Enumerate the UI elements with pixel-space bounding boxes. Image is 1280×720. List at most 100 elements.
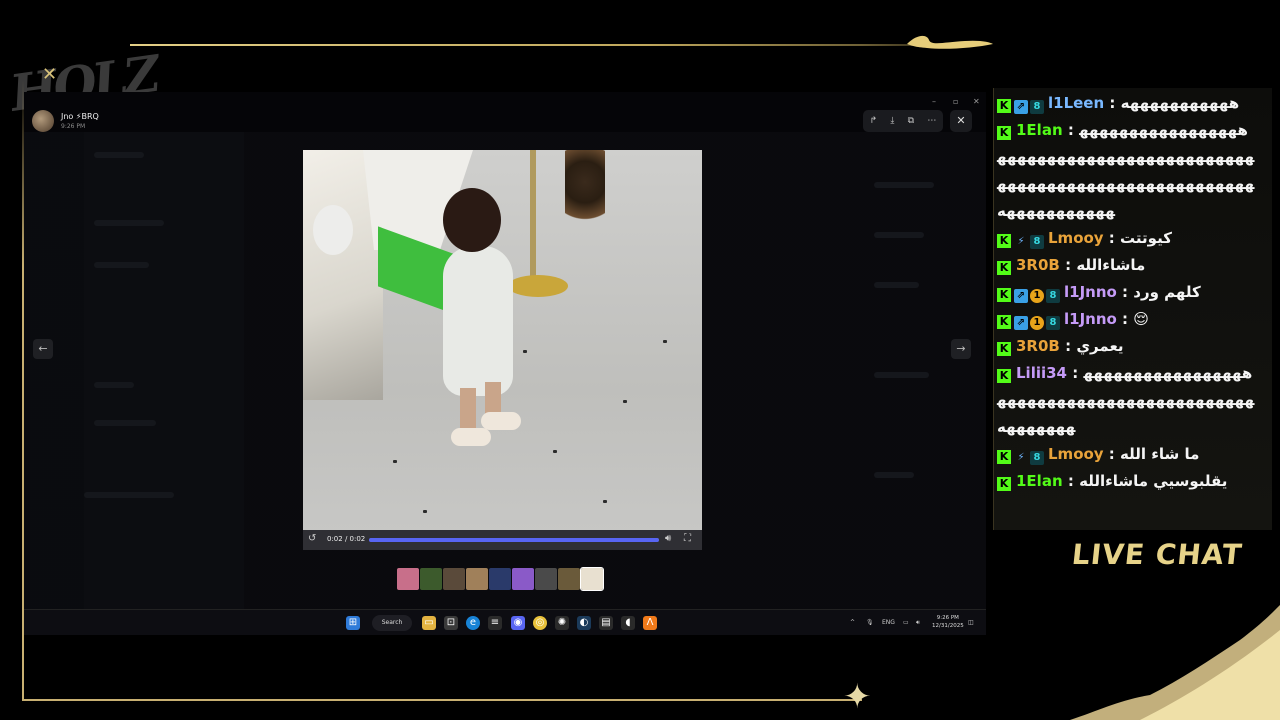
notification-icon[interactable]: ◫: [968, 619, 974, 626]
chat-username[interactable]: Lmooy: [1048, 229, 1104, 247]
kick-badge-icon: K: [997, 126, 1011, 140]
chat-username[interactable]: l1Leen: [1048, 94, 1104, 112]
taskbar-clock[interactable]: 9:26 PM 12/31/2025: [932, 614, 964, 630]
window-close-icon[interactable]: ✕: [973, 97, 980, 106]
ghost-row: [94, 152, 144, 158]
media-thumbnail[interactable]: [397, 568, 419, 590]
chat-username[interactable]: 3R0B: [1016, 256, 1060, 274]
ghost-row: [874, 372, 929, 378]
media-thumbnail[interactable]: [535, 568, 557, 590]
viewer-toolbar: ↱ ⤓ ⧉ ⋯: [863, 110, 943, 132]
media-thumbnail[interactable]: [443, 568, 465, 590]
floor-speck: [553, 450, 557, 453]
chat-username[interactable]: l1Jnno: [1064, 283, 1117, 301]
ghost-row: [874, 232, 924, 238]
media-thumbnail-strip: [397, 567, 604, 591]
minimize-icon[interactable]: –: [932, 97, 936, 106]
chat-separator: :: [1116, 283, 1134, 301]
ghost-row: [84, 492, 174, 498]
windows-taskbar: ⊞ Search ▭ ⊡ e ≡ ◉ ◎ ✺ ◐ ▤ ◖ Λ ^ 🎙︎ ENG …: [24, 609, 986, 635]
media-thumbnail[interactable]: [512, 568, 534, 590]
clock-time: 9:26 PM: [936, 615, 959, 621]
chat-username[interactable]: Lmooy: [1048, 445, 1104, 463]
store-icon[interactable]: ⊡: [444, 616, 458, 630]
taskbar-search[interactable]: Search: [372, 615, 412, 631]
media-thumbnail[interactable]: [489, 568, 511, 590]
media-thumbnail[interactable]: [558, 568, 580, 590]
chat-message: K Lilii34 : ههههههههههههههههههههههههههههه…: [997, 360, 1257, 441]
video-player[interactable]: ↺ 0:02 / 0:02 🔊︎ ⛶: [303, 150, 702, 550]
kick-badge-icon: K: [997, 288, 1011, 302]
download-icon[interactable]: ⤓: [890, 116, 894, 126]
spark-badge-icon: ⚡: [1017, 452, 1025, 463]
kick-badge-icon: K: [997, 315, 1011, 329]
clock-date: 12/31/2025: [932, 623, 964, 629]
video-seek-bar[interactable]: [369, 538, 659, 542]
chat-username[interactable]: 1Elan: [1016, 121, 1063, 139]
spark-badge-icon: ⚡: [1017, 236, 1025, 247]
maximize-icon[interactable]: ▫: [953, 97, 958, 106]
volume-icon[interactable]: 🔊︎: [665, 533, 671, 544]
chevron-up-icon[interactable]: ^: [850, 619, 855, 626]
app-icon[interactable]: ◖: [621, 616, 635, 630]
fullscreen-icon[interactable]: ⛶: [684, 533, 691, 544]
scene-shoe: [481, 412, 521, 430]
discord-icon[interactable]: ◉: [511, 616, 525, 630]
ghost-row: [94, 420, 156, 426]
settings-app-icon[interactable]: ✺: [555, 616, 569, 630]
chat-username[interactable]: 3R0B: [1016, 337, 1060, 355]
sub-months-badge-icon: 8: [1030, 235, 1044, 249]
ghost-row: [94, 382, 134, 388]
next-media-button[interactable]: →: [951, 339, 971, 359]
chat-username[interactable]: Lilii34: [1016, 364, 1067, 382]
kick-badge-icon: K: [997, 99, 1011, 113]
microphone-icon[interactable]: 🎙︎: [866, 619, 874, 626]
ghost-row: [874, 182, 934, 188]
app-icon[interactable]: Λ: [643, 616, 657, 630]
chat-message: K 3R0B : يعمري: [997, 333, 1257, 360]
floor-speck: [623, 400, 627, 403]
ghost-row: [874, 282, 919, 288]
avatar[interactable]: [32, 110, 54, 132]
previous-media-button[interactable]: ←: [33, 339, 53, 359]
scene-child-head: [443, 188, 501, 252]
screen-capture: Jno ⚡BRQ 9:26 PM – ▫ ✕ ↱ ⤓ ⧉ ⋯ ✕ ← → ↺ 0…: [24, 92, 986, 635]
more-icon[interactable]: ⋯: [927, 116, 936, 126]
frame-top-line: [130, 44, 990, 46]
chat-text: كيوتتت: [1120, 229, 1172, 247]
language-indicator[interactable]: ENG: [882, 619, 895, 626]
chat-message: K 1Elan : ههههههههههههههههههههههههههههههه…: [997, 117, 1257, 225]
sparkle-icon: ✦: [843, 677, 872, 717]
chat-message: K 3R0B : ماشاءالله: [997, 252, 1257, 279]
share-icon[interactable]: ↱: [870, 116, 878, 126]
chat-username[interactable]: 1Elan: [1016, 472, 1063, 490]
floor-speck: [523, 350, 527, 353]
poster-name[interactable]: Jno ⚡BRQ: [61, 112, 99, 121]
floor-speck: [393, 460, 397, 463]
app-icon[interactable]: ▤: [599, 616, 613, 630]
volume-icon[interactable]: 🔊︎: [916, 619, 920, 627]
video-controls: ↺ 0:02 / 0:02 🔊︎ ⛶: [303, 530, 702, 550]
subscriber-badge-icon: ⇗: [1014, 100, 1028, 114]
media-thumbnail[interactable]: [580, 567, 604, 591]
sub-months-badge-icon: 8: [1030, 100, 1044, 114]
kick-badge-icon: K: [997, 261, 1011, 275]
network-icon[interactable]: ▭: [903, 619, 909, 626]
steam-icon[interactable]: ◐: [577, 616, 591, 630]
open-external-icon[interactable]: ⧉: [908, 116, 914, 126]
edge-icon[interactable]: e: [466, 616, 480, 630]
replay-icon[interactable]: ↺: [308, 533, 316, 544]
chat-text: ماشاءالله: [1076, 256, 1146, 274]
app-icon[interactable]: ≡: [488, 616, 502, 630]
media-thumbnail[interactable]: [420, 568, 442, 590]
sub-months-badge-icon: 8: [1046, 316, 1060, 330]
chat-username[interactable]: l1Jnno: [1064, 310, 1117, 328]
brush-stroke-decoration: [907, 35, 993, 49]
close-viewer-button[interactable]: ✕: [950, 110, 972, 132]
chat-separator: :: [1103, 445, 1121, 463]
media-thumbnail[interactable]: [466, 568, 488, 590]
frame-bottom-line: [22, 699, 862, 701]
start-icon[interactable]: ⊞: [346, 616, 360, 630]
file-explorer-icon[interactable]: ▭: [422, 616, 436, 630]
chrome-icon[interactable]: ◎: [533, 616, 547, 630]
